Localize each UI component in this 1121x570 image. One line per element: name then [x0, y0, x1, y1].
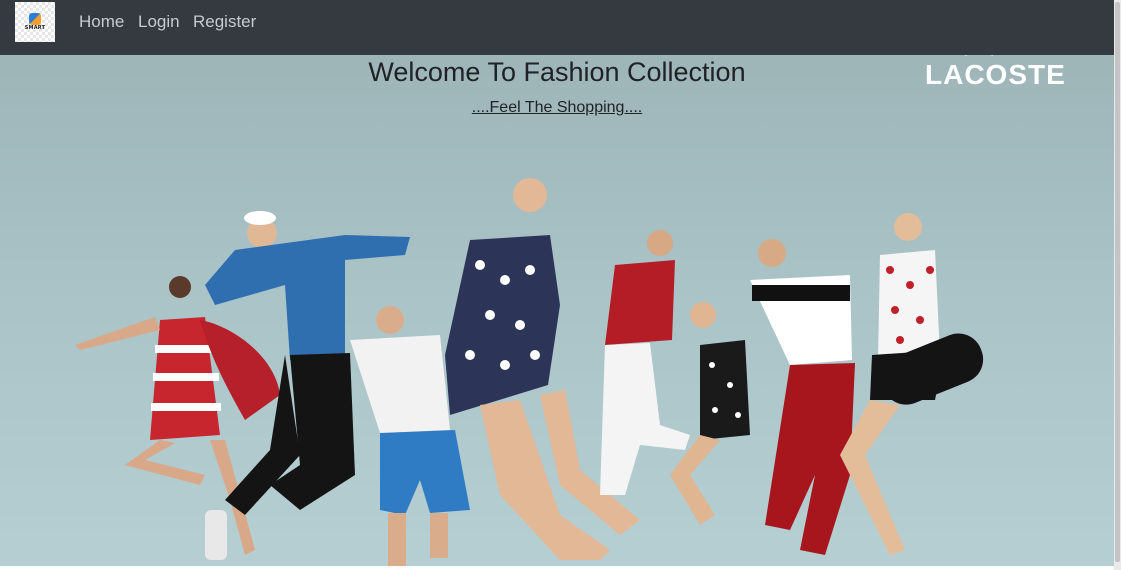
page-bottom-edge — [0, 566, 1114, 570]
logo-text: SMART — [24, 25, 46, 31]
model-figure — [840, 213, 984, 555]
scrollbar-thumb[interactable] — [1115, 2, 1120, 562]
nav-link-register[interactable]: Register — [193, 12, 256, 32]
model-figure — [600, 230, 690, 495]
hero-banner: Welcome To Fashion Collection ....Feel T… — [0, 55, 1114, 570]
hero-subtitle-link[interactable]: ....Feel The Shopping.... — [0, 99, 1114, 117]
nav-link-login[interactable]: Login — [138, 12, 180, 32]
navbar: SMART Home Login Register — [0, 0, 1114, 55]
site-logo[interactable]: SMART — [15, 2, 55, 42]
model-figure — [750, 239, 855, 555]
logo-icon — [29, 13, 41, 25]
jumping-models-image — [75, 178, 984, 568]
model-figure — [75, 276, 280, 555]
nav-link-home[interactable]: Home — [79, 12, 124, 32]
brand-logo: LACOSTE — [925, 59, 1066, 90]
model-figure — [670, 302, 750, 525]
vertical-scrollbar[interactable] — [1114, 0, 1121, 570]
